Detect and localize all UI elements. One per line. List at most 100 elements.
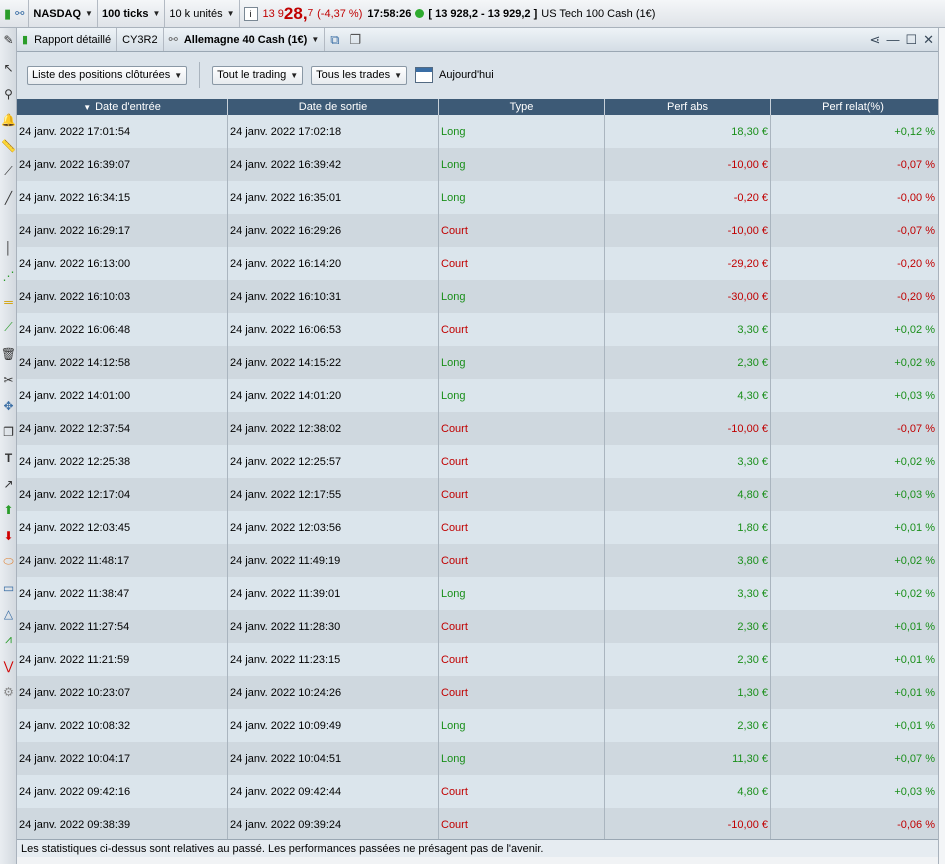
segment-icon[interactable]: ⟋ — [1, 164, 16, 179]
pencil-icon[interactable]: ✎ — [1, 32, 16, 47]
rectangle-icon[interactable]: ▭ — [1, 580, 16, 595]
info-icon[interactable]: i — [243, 6, 258, 21]
table-row[interactable]: 24 janv. 2022 10:23:07 24 janv. 2022 10:2… — [17, 676, 938, 709]
symbol-label: NASDAQ — [33, 7, 82, 20]
column-header-perf-rel[interactable]: Perf relat(%) — [771, 99, 938, 115]
table-row[interactable]: 24 janv. 2022 10:04:17 24 janv. 2022 10:0… — [17, 742, 938, 775]
text-icon[interactable]: T — [1, 450, 16, 465]
price-change: (-4,37 %) — [317, 7, 363, 20]
trend-icon[interactable]: ⟋ — [1, 320, 16, 335]
table-row[interactable]: 24 janv. 2022 12:37:54 24 janv. 2022 12:3… — [17, 412, 938, 445]
arrow-down-icon[interactable]: ⬇ — [1, 528, 16, 543]
table-row[interactable]: 24 janv. 2022 16:39:07 24 janv. 2022 16:3… — [17, 148, 938, 181]
units-selector[interactable]: 10 k unités ▼ — [165, 0, 240, 27]
column-header-type[interactable]: Type — [439, 99, 605, 115]
copy-icon[interactable]: ❐ — [1, 424, 16, 439]
trading-filter-dropdown[interactable]: Tout le trading ▼ — [212, 65, 304, 85]
table-row[interactable]: 24 janv. 2022 16:10:03 24 janv. 2022 16:1… — [17, 280, 938, 313]
column-header-perf-abs[interactable]: Perf abs — [605, 99, 771, 115]
settings-gear-icon[interactable]: ⚙ — [1, 684, 16, 699]
arrow-up-icon[interactable]: ⬆ — [1, 502, 16, 517]
perf-abs-cell: 11,30 € — [605, 742, 771, 775]
trading-filter-label: Tout le trading — [217, 69, 287, 81]
table-row[interactable]: 24 janv. 2022 12:25:38 24 janv. 2022 12:2… — [17, 445, 938, 478]
horizontal-line-icon[interactable]: ═ — [1, 294, 16, 309]
perf-abs-cell: 3,30 € — [605, 445, 771, 478]
entry-date-cell: 24 janv. 2022 14:01:00 — [17, 379, 228, 412]
entry-date-cell: 24 janv. 2022 16:29:17 — [17, 214, 228, 247]
share-icon[interactable]: ⋖ — [870, 32, 881, 48]
trades-filter-label: Tous les trades — [316, 69, 391, 81]
column-label: Date d'entrée — [95, 101, 161, 113]
window-controls: ⋖ — ☐ ✕ — [870, 32, 934, 48]
perf-rel-cell: +0,01 % — [894, 521, 935, 534]
perf-rel-cell: +0,03 % — [894, 389, 935, 402]
exit-date-cell: 24 janv. 2022 17:02:18 — [228, 115, 439, 148]
table-row[interactable]: 24 janv. 2022 11:27:54 24 janv. 2022 11:2… — [17, 610, 938, 643]
account-id: CY3R2 — [122, 33, 158, 46]
exit-date-cell: 24 janv. 2022 12:38:02 — [228, 412, 439, 445]
cursor-icon[interactable]: ↖ — [1, 60, 16, 75]
price-main: 28, — [283, 3, 308, 23]
perf-rel-cell: +0,01 % — [894, 719, 935, 732]
chart-type-button[interactable]: ▮ ⚯ — [0, 0, 30, 27]
entry-date-cell: 24 janv. 2022 16:13:00 — [17, 247, 228, 280]
exit-date-cell: 24 janv. 2022 12:17:55 — [228, 478, 439, 511]
report-tab[interactable]: ▮ Rapport détaillé — [17, 28, 118, 51]
type-cell: Court — [439, 247, 605, 280]
minimize-icon[interactable]: — — [886, 32, 899, 48]
table-row[interactable]: 24 janv. 2022 12:03:45 24 janv. 2022 12:0… — [17, 511, 938, 544]
ticks-selector[interactable]: 100 ticks ▼ — [98, 0, 166, 27]
type-cell: Long — [439, 148, 605, 181]
type-cell: Long — [439, 346, 605, 379]
table-row[interactable]: 24 janv. 2022 16:29:17 24 janv. 2022 16:2… — [17, 214, 938, 247]
arrow-icon[interactable]: ↗ — [1, 476, 16, 491]
vertical-line-icon[interactable]: │ — [1, 240, 16, 255]
magic-wand-icon[interactable]: ✂ — [1, 372, 16, 387]
ruler-icon[interactable]: 📏 — [1, 138, 16, 153]
date-picker[interactable]: Aujourd'hui — [415, 67, 494, 83]
table-row[interactable]: 24 janv. 2022 14:01:00 24 janv. 2022 14:0… — [17, 379, 938, 412]
table-row[interactable]: 24 janv. 2022 16:34:15 24 janv. 2022 16:3… — [17, 181, 938, 214]
table-row[interactable]: 24 janv. 2022 11:48:17 24 janv. 2022 11:4… — [17, 544, 938, 577]
perf-abs-cell: 3,30 € — [605, 313, 771, 346]
triangle-icon[interactable]: △ — [1, 606, 16, 621]
exit-date-cell: 24 janv. 2022 12:03:56 — [228, 511, 439, 544]
exit-date-cell: 24 janv. 2022 10:04:51 — [228, 742, 439, 775]
fibonacci-icon[interactable]: ⩘ — [1, 632, 16, 647]
exit-date-cell: 24 janv. 2022 14:15:22 — [228, 346, 439, 379]
table-row[interactable]: 24 janv. 2022 11:21:59 24 janv. 2022 11:2… — [17, 643, 938, 676]
trades-filter-dropdown[interactable]: Tous les trades ▼ — [311, 65, 408, 85]
maximize-icon[interactable]: ☐ — [905, 32, 917, 48]
line-icon[interactable]: ╱ — [1, 190, 16, 205]
exit-date-cell: 24 janv. 2022 16:14:20 — [228, 247, 439, 280]
bell-icon[interactable]: 🔔 — [1, 112, 16, 127]
zoom-icon[interactable]: ⚲ — [1, 86, 16, 101]
table-row[interactable]: 24 janv. 2022 16:13:00 24 janv. 2022 16:1… — [17, 247, 938, 280]
table-row[interactable]: 24 janv. 2022 17:01:54 24 janv. 2022 17:0… — [17, 115, 938, 148]
perf-rel-cell: +0,02 % — [894, 323, 935, 336]
instrument-selector[interactable]: ⚯ Allemagne 40 Cash (1€) ▼ — [164, 28, 326, 51]
export-icon[interactable]: ⧉ — [330, 32, 339, 48]
perf-rel-cell: +0,03 % — [894, 785, 935, 798]
table-row[interactable]: 24 janv. 2022 14:12:58 24 janv. 2022 14:1… — [17, 346, 938, 379]
table-row[interactable]: 24 janv. 2022 09:42:16 24 janv. 2022 09:4… — [17, 775, 938, 808]
table-row[interactable]: 24 janv. 2022 11:38:47 24 janv. 2022 11:3… — [17, 577, 938, 610]
table-row[interactable]: 24 janv. 2022 10:08:32 24 janv. 2022 10:0… — [17, 709, 938, 742]
perf-rel-cell: -0,20 % — [897, 290, 935, 303]
close-icon[interactable]: ✕ — [923, 32, 934, 48]
column-header-exit-date[interactable]: Date de sortie — [228, 99, 439, 115]
symbol-selector[interactable]: NASDAQ ▼ — [29, 0, 98, 27]
table-row[interactable]: 24 janv. 2022 12:17:04 24 janv. 2022 12:1… — [17, 478, 938, 511]
trash-icon[interactable]: 🗑 — [1, 346, 16, 361]
closed-positions-dropdown[interactable]: Liste des positions clôturées ▼ — [27, 65, 188, 85]
table-row[interactable]: 24 janv. 2022 09:38:39 24 janv. 2022 09:3… — [17, 808, 938, 841]
column-header-entry-date[interactable]: ▼ Date d'entrée — [17, 99, 228, 115]
perf-abs-cell: 2,30 € — [605, 610, 771, 643]
move-icon[interactable]: ✥ — [1, 398, 16, 413]
ellipse-icon[interactable]: ⬭ — [1, 554, 16, 569]
channel-icon[interactable]: ⋰ — [1, 268, 16, 283]
pattern-icon[interactable]: ⋁ — [1, 658, 16, 673]
table-row[interactable]: 24 janv. 2022 16:06:48 24 janv. 2022 16:0… — [17, 313, 938, 346]
document-icon[interactable]: ❐ — [350, 32, 362, 48]
